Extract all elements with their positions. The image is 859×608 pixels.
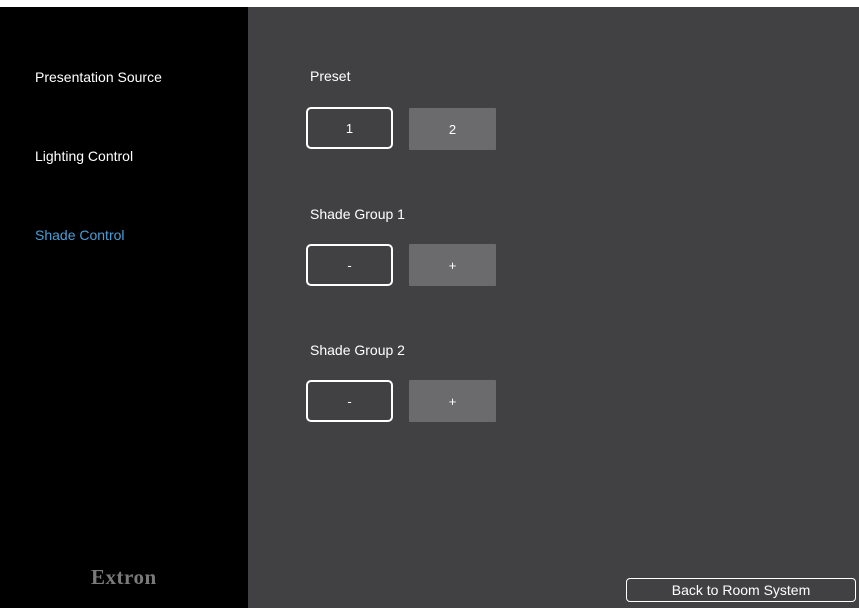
nav-item-presentation-source[interactable]: Presentation Source xyxy=(35,69,162,85)
shade-group-2-raise-button[interactable]: + xyxy=(409,380,496,422)
nav-item-shade-control[interactable]: Shade Control xyxy=(35,227,125,243)
shade-group-2-label: Shade Group 2 xyxy=(310,342,405,358)
nav-item-lighting-control[interactable]: Lighting Control xyxy=(35,148,133,164)
preset-label: Preset xyxy=(310,68,351,84)
shade-group-1-lower-button[interactable]: - xyxy=(306,244,393,286)
preset-2-button[interactable]: 2 xyxy=(409,108,496,150)
extron-logo: Extron xyxy=(91,565,157,589)
back-to-room-system-button[interactable]: Back to Room System xyxy=(626,578,856,602)
preset-1-button[interactable]: 1 xyxy=(306,107,393,149)
main-panel: Preset 1 2 Shade Group 1 - + Shade Group… xyxy=(248,7,859,608)
shade-group-2-lower-button[interactable]: - xyxy=(306,380,393,422)
sidebar: Presentation Source Lighting Control Sha… xyxy=(0,7,248,608)
shade-group-1-label: Shade Group 1 xyxy=(310,206,405,222)
shade-group-1-raise-button[interactable]: + xyxy=(409,244,496,286)
